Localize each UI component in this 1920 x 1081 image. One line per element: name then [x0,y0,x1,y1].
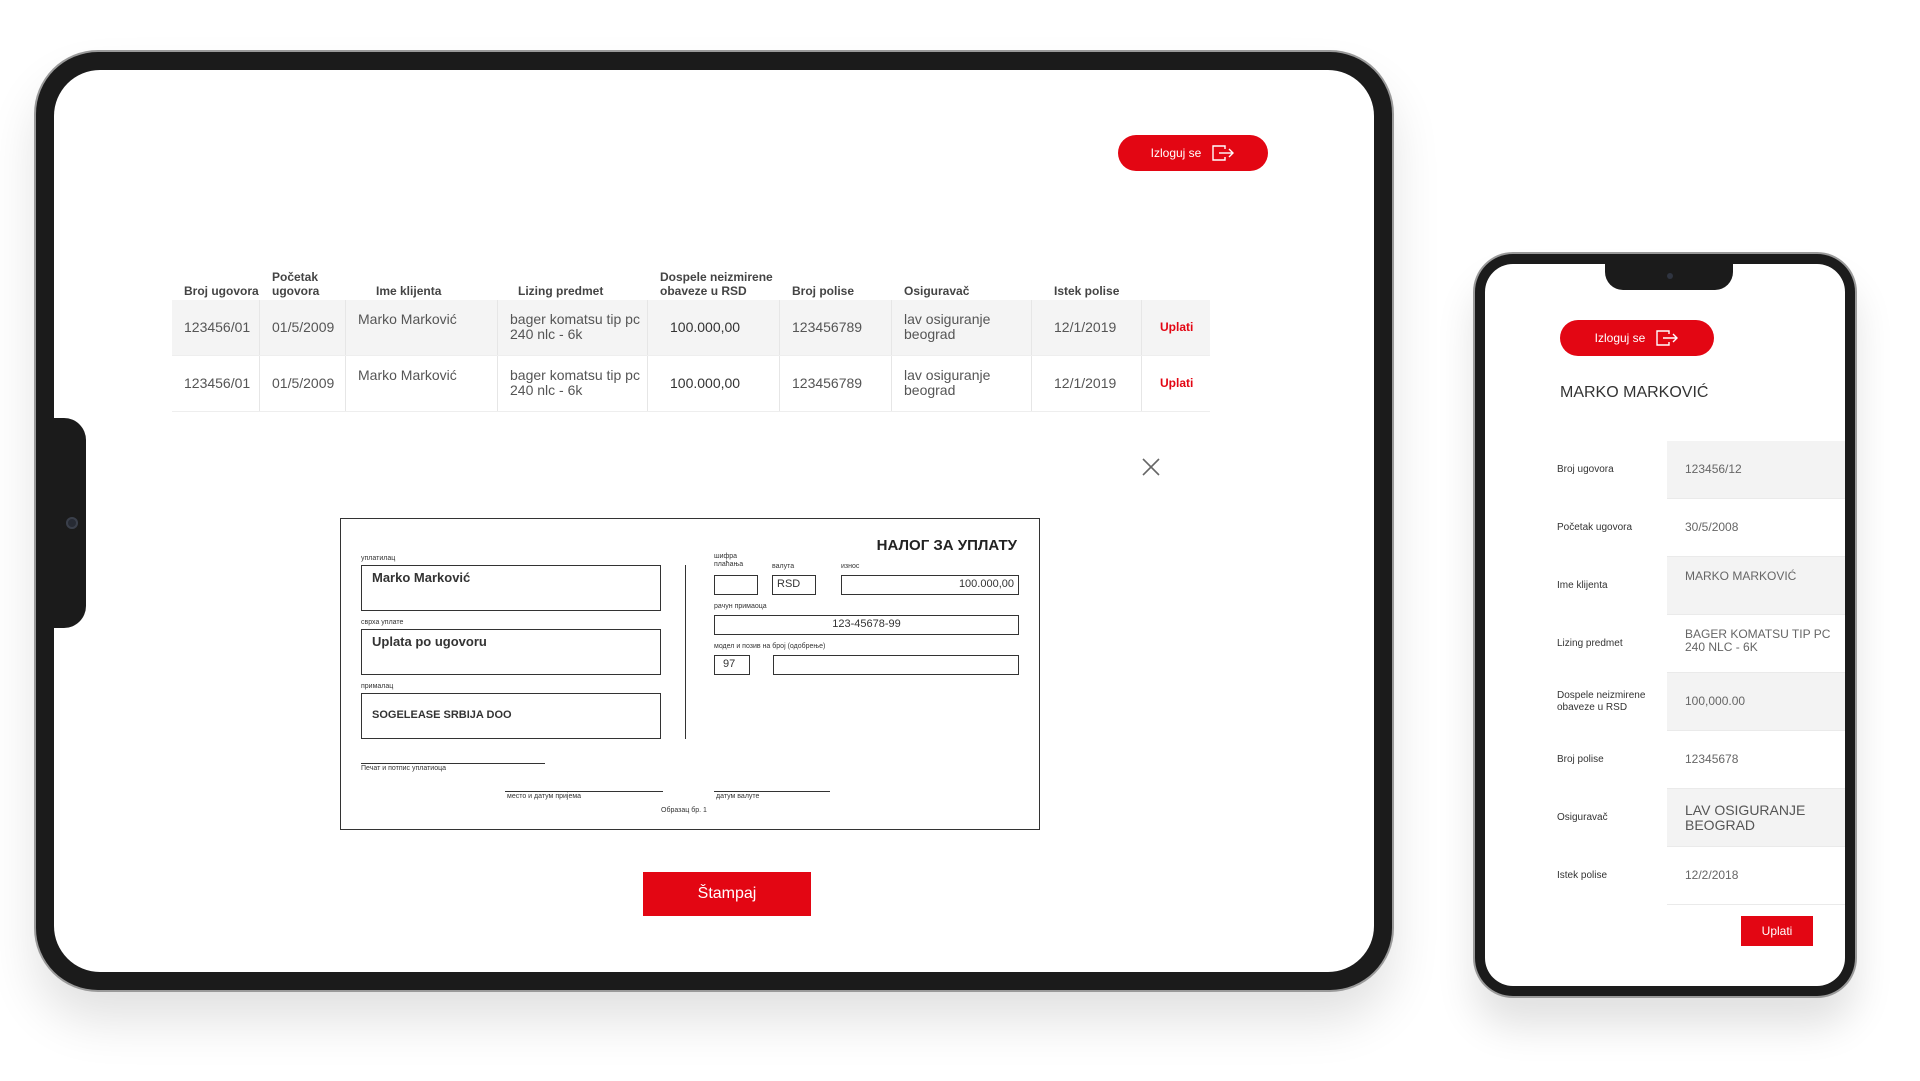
phone-screen: Izloguj se MARKO MARKOVIĆ Broj ugovora 1… [1485,264,1845,986]
payer-label: уплатилац [361,555,396,562]
model-label: модел и позив на број (одобрење) [714,643,826,650]
logout-icon [1656,330,1679,346]
payer-field: Marko Marković [361,565,661,611]
close-icon[interactable] [1140,456,1162,478]
detail-row: Lizing predmet BAGER KOMATSU TIP PC 240 … [1551,615,1845,673]
detail-label: Broj ugovora [1557,464,1614,475]
cell-client: Marko Marković [346,356,498,411]
detail-row: Početak ugovora 30/5/2008 [1551,499,1845,557]
detail-row: Broj ugovora 123456/12 [1551,441,1845,499]
detail-label: Osiguravač [1557,812,1608,823]
cell-policy: 123456789 [780,300,892,355]
header-policy: Broj polise [792,284,855,298]
phone-device: Izloguj se MARKO MARKOVIĆ Broj ugovora 1… [1475,254,1855,996]
logout-label: Izloguj se [1150,146,1202,160]
cell-policy: 123456789 [780,356,892,411]
model-field: 97 [714,655,750,675]
signature-line [361,763,545,764]
place-date-line [505,791,663,792]
value-date-line [714,791,830,792]
logout-button[interactable]: Izloguj se [1118,135,1268,171]
purpose-field: Uplata po ugovoru [361,629,661,675]
detail-value: 30/5/2008 [1667,499,1845,557]
header-insurer: Osiguravač [904,284,970,298]
value-date-label: датум валуте [716,793,760,800]
detail-value: LAV OSIGURANJE BEOGRAD [1667,789,1845,847]
detail-label: Broj polise [1557,754,1604,765]
place-date-label: место и датум пријема [507,793,582,800]
cell-start: 01/5/2009 [260,356,346,411]
account-label: рачун примаоца [714,603,767,610]
detail-label: Lizing predmet [1557,638,1623,649]
detail-row: Ime klijenta MARKO MARKOVIĆ [1551,557,1845,615]
camera-icon [1667,273,1673,279]
cell-due: 100.000,00 [648,300,780,355]
detail-row: Dospele neizmirene obaveze u RSD 100,000… [1551,673,1845,731]
contract-details: Broj ugovora 123456/12 Početak ugovora 3… [1551,441,1845,905]
code-field [714,575,758,595]
slip-title: НАЛОГ ЗА УПЛАТУ [876,537,1017,554]
table-header: Broj ugovora Početak ugovora Ime klijent… [172,260,1210,300]
detail-row: Istek polise 12/2/2018 [1551,847,1845,905]
detail-label: Početak ugovora [1557,522,1633,533]
cell-due: 100.000,00 [648,356,780,411]
header-expiry: Istek polise [1054,284,1120,298]
detail-value: 123456/12 [1667,441,1845,499]
detail-label: Ime klijenta [1557,580,1608,591]
detail-value: MARKO MARKOVIĆ [1667,557,1845,615]
slip-divider [685,565,686,739]
pay-link[interactable]: Uplati [1160,376,1193,391]
cell-insurer: lav osiguranje beograd [892,300,1032,355]
signature-label: Печат и потпис уплатиоца [361,765,446,772]
cell-expiry: 12/1/2019 [1032,356,1142,411]
cell-subject: bager komatsu tip pc 240 nlc - 6k [498,356,648,411]
header-contract-no: Broj ugovora [184,284,259,298]
cell-contract-no: 123456/01 [172,300,260,355]
cell-start: 01/5/2009 [260,300,346,355]
recipient-field: SOGELEASE SRBIJA DOO [361,693,661,739]
camera-icon [66,517,78,529]
detail-value: BAGER KOMATSU TIP PC 240 NLC - 6K [1667,615,1845,673]
amount-field: 100.000,00 [841,575,1019,595]
header-client: Ime klijenta [376,284,442,298]
cell-client: Marko Marković [346,300,498,355]
pay-link[interactable]: Uplati [1160,320,1193,335]
detail-value: 12/2/2018 [1667,847,1845,905]
print-button[interactable]: Štampaj [643,872,811,916]
table-row: 123456/01 01/5/2009 Marko Marković bager… [172,300,1210,356]
contracts-table: Broj ugovora Početak ugovora Ime klijent… [172,260,1210,412]
tablet-device: Izloguj se Broj ugovora Početak ugovora … [36,52,1392,990]
cell-expiry: 12/1/2019 [1032,300,1142,355]
tablet-notch [36,418,86,628]
table-row: 123456/01 01/5/2009 Marko Marković bager… [172,356,1210,412]
logout-button[interactable]: Izloguj se [1560,320,1714,356]
form-label: Образац бр. 1 [661,807,707,814]
cell-insurer: lav osiguranje beograd [892,356,1032,411]
detail-label: Dospele neizmirene obaveze u RSD [1557,690,1646,713]
currency-label: валута [772,563,795,570]
pay-button[interactable]: Uplati [1741,916,1813,946]
tablet-screen: Izloguj se Broj ugovora Početak ugovora … [54,70,1374,972]
cell-subject: bager komatsu tip pc 240 nlc - 6k [498,300,648,355]
recipient-label: прималац [361,683,394,690]
cell-contract-no: 123456/01 [172,356,260,411]
purpose-label: сврха уплате [361,619,404,626]
payment-slip: НАЛОГ ЗА УПЛАТУ уплатилац Marko Marković… [340,518,1040,830]
detail-row: Osiguravač LAV OSIGURANJE BEOGRAD [1551,789,1845,847]
amount-label: износ [841,563,860,570]
header-start: Početak ugovora [272,270,320,298]
client-name: MARKO MARKOVIĆ [1560,384,1709,401]
detail-row: Broj polise 12345678 [1551,731,1845,789]
logout-icon [1212,145,1235,161]
account-field: 123-45678-99 [714,615,1019,635]
detail-value: 12345678 [1667,731,1845,789]
header-subject: Lizing predmet [518,284,604,298]
reference-field [773,655,1019,675]
logout-label: Izloguj se [1594,331,1646,345]
currency-field: RSD [772,575,816,595]
detail-label: Istek polise [1557,870,1608,881]
detail-value: 100,000.00 [1667,673,1845,731]
header-due: Dospele neizmirene obaveze u RSD [660,270,773,298]
code-label: шифра плаћања [714,553,744,568]
